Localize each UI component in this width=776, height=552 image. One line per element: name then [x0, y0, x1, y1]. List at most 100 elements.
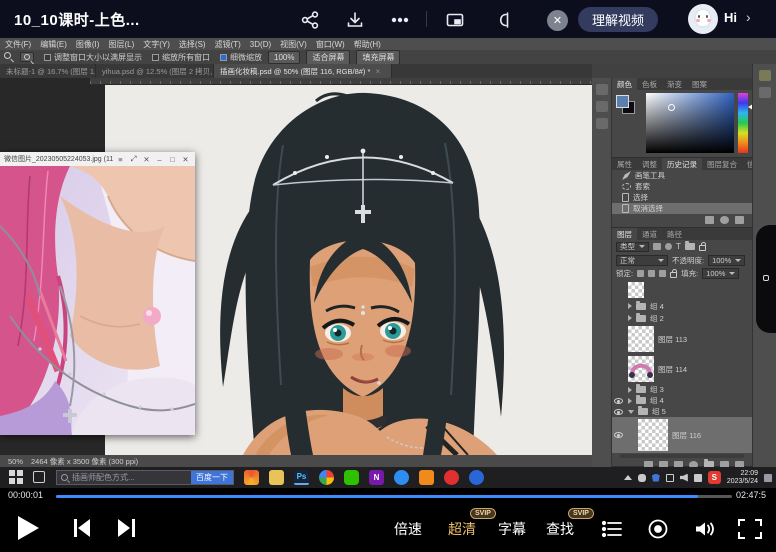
doc-tab-3-active[interactable]: 插画化妆稿.psd @ 50% (图层 116, RGB/8#) * × — [214, 64, 392, 78]
playlist-icon[interactable] — [600, 517, 624, 541]
visibility-eye-icon[interactable] — [614, 409, 623, 415]
close-overlay-button[interactable]: ✕ — [547, 10, 568, 31]
speaker-tray-icon[interactable] — [680, 474, 688, 482]
layer-thumbnail-art[interactable] — [628, 356, 654, 382]
layer-thumbnail[interactable] — [628, 282, 644, 298]
filter-type-dropdown[interactable]: 类型 — [616, 242, 649, 252]
group-row[interactable]: 组 3 — [612, 384, 752, 395]
tab-channels[interactable]: 通道 — [637, 228, 662, 240]
navigator-panel-icon[interactable] — [596, 84, 608, 95]
zoom-tool-icon[interactable] — [4, 52, 14, 62]
download-icon[interactable] — [345, 10, 365, 30]
zoom-all-checkbox[interactable] — [152, 54, 159, 61]
menu-select[interactable]: 选择(S) — [179, 39, 206, 50]
onenote-icon[interactable]: N — [369, 470, 384, 485]
brush-panel-icon[interactable] — [596, 101, 608, 112]
red-app-icon[interactable] — [444, 470, 459, 485]
tab-layers[interactable]: 图层 — [612, 228, 637, 240]
menu-filter[interactable]: 滤镜(T) — [215, 39, 241, 50]
opacity-dropdown[interactable]: 100% — [708, 255, 745, 266]
fullscreen-icon[interactable] — [738, 517, 762, 541]
loop-mode-icon[interactable] — [646, 517, 670, 541]
layer-thumbnail[interactable] — [628, 326, 654, 352]
notification-center-icon[interactable] — [764, 474, 772, 482]
play-button[interactable] — [18, 516, 39, 540]
zoom-percent[interactable]: 50% — [8, 457, 23, 466]
menu-edit[interactable]: 编辑(E) — [40, 39, 67, 50]
start-button[interactable] — [9, 470, 24, 485]
expand-arrow-icon[interactable] — [628, 387, 632, 393]
tab-adjustments[interactable]: 调整 — [637, 158, 662, 170]
layer-thumbnail[interactable] — [638, 419, 668, 451]
filter-pixel-layers-icon[interactable] — [653, 243, 661, 250]
menu-3d[interactable]: 3D(D) — [250, 40, 271, 49]
window-pin-close-icon[interactable]: ✕ — [141, 155, 152, 164]
fill-dropdown[interactable]: 100% — [702, 268, 739, 279]
menu-file[interactable]: 文件(F) — [5, 39, 31, 50]
new-snapshot-icon[interactable] — [720, 216, 729, 224]
foreground-color-swatch[interactable] — [616, 95, 629, 108]
layer-row[interactable]: 图层 114 — [612, 354, 752, 384]
color-cursor[interactable] — [668, 104, 675, 111]
doc-tab-1[interactable]: 未标题-1 @ 16.7% (图层 1, RGB/8#) * × — [0, 64, 96, 78]
subtitle-button[interactable]: 字幕 — [498, 519, 526, 539]
reference-window-titlebar[interactable]: 微信图片_20230505224053.jpg (1138×1518... ≡ … — [0, 152, 195, 166]
new-doc-from-state-icon[interactable] — [705, 216, 714, 224]
history-item-selected[interactable]: 取消选择 — [612, 203, 752, 214]
wechat-icon[interactable] — [344, 470, 359, 485]
visibility-eye-icon[interactable] — [614, 432, 623, 438]
taskbar-clock[interactable]: 22:09 2023/5/24 — [727, 470, 758, 486]
lock-all-icon[interactable] — [670, 272, 677, 278]
hi-label[interactable]: Hi — [724, 10, 737, 25]
speed-button[interactable]: 倍速 — [394, 519, 422, 539]
picture-in-picture-icon[interactable] — [445, 10, 465, 30]
menu-help[interactable]: 帮助(H) — [354, 39, 381, 50]
blend-mode-dropdown[interactable]: 正常 — [616, 255, 668, 266]
delete-state-icon[interactable] — [735, 216, 744, 224]
layer-row-selected[interactable]: 图层 116 — [612, 417, 752, 453]
zoom-100-button[interactable]: 100% — [268, 51, 300, 64]
tab-swatches[interactable]: 色板 — [637, 78, 662, 90]
firefox-icon[interactable] — [244, 470, 259, 485]
tab-history[interactable]: 历史记录 — [662, 158, 702, 170]
tab-paths[interactable]: 路径 — [662, 228, 687, 240]
lock-pixels-icon[interactable] — [648, 270, 655, 277]
zoom-in-button[interactable] — [20, 52, 34, 62]
taskbar-search-box[interactable]: 插画师配色方式... 百度一下 — [56, 470, 234, 485]
layers-hscrollbar[interactable] — [620, 454, 744, 458]
more-icon[interactable] — [390, 10, 410, 30]
group-row[interactable]: 组 2 — [612, 312, 752, 324]
doc-tab-2[interactable]: yihua.psd @ 12.5% (图层 2 拷贝, RGB/8#) × — [96, 64, 214, 78]
netdisk-cloud-icon[interactable] — [394, 470, 409, 485]
layer-row[interactable]: 图层 113 — [612, 324, 752, 354]
tab-gradients[interactable]: 渐变 — [662, 78, 687, 90]
history-item[interactable]: 选择 — [612, 192, 752, 203]
monitor-tray-icon[interactable] — [666, 474, 674, 482]
window-minimize-icon[interactable]: – — [154, 155, 165, 164]
filter-adjustment-layers-icon[interactable] — [665, 243, 672, 250]
task-view-button[interactable] — [33, 470, 48, 485]
mirror-screen-icon[interactable] — [493, 10, 513, 30]
sogou-input-icon[interactable]: S — [708, 471, 721, 484]
quality-button[interactable]: 超清 — [448, 519, 476, 539]
window-menu-icon[interactable]: ≡ — [115, 155, 126, 164]
microphone-tray-icon[interactable] — [638, 474, 646, 482]
expand-arrow-icon[interactable] — [628, 303, 632, 309]
tab-properties[interactable]: 属性 — [612, 158, 637, 170]
window-zoom-icon[interactable]: ⤢ — [128, 154, 139, 164]
expand-arrow-icon[interactable] — [628, 410, 634, 414]
find-button[interactable]: 查找 — [546, 519, 574, 539]
lock-transparency-icon[interactable] — [637, 270, 644, 277]
menu-layer[interactable]: 图层(L) — [108, 39, 134, 50]
tray-expand-icon[interactable] — [624, 475, 632, 480]
history-item[interactable]: 套索 — [612, 181, 752, 192]
menu-view[interactable]: 视图(V) — [280, 39, 307, 50]
tab-layer-comps[interactable]: 图层复合 — [702, 158, 742, 170]
color-saturation-box[interactable] — [646, 93, 734, 153]
expand-arrow-icon[interactable] — [628, 315, 632, 321]
shield-tray-icon[interactable] — [652, 474, 660, 482]
orange-app-icon[interactable] — [419, 470, 434, 485]
scrubby-zoom-checkbox[interactable] — [220, 54, 227, 61]
layer-row[interactable] — [612, 280, 752, 300]
window-close-icon[interactable]: ✕ — [180, 155, 191, 164]
